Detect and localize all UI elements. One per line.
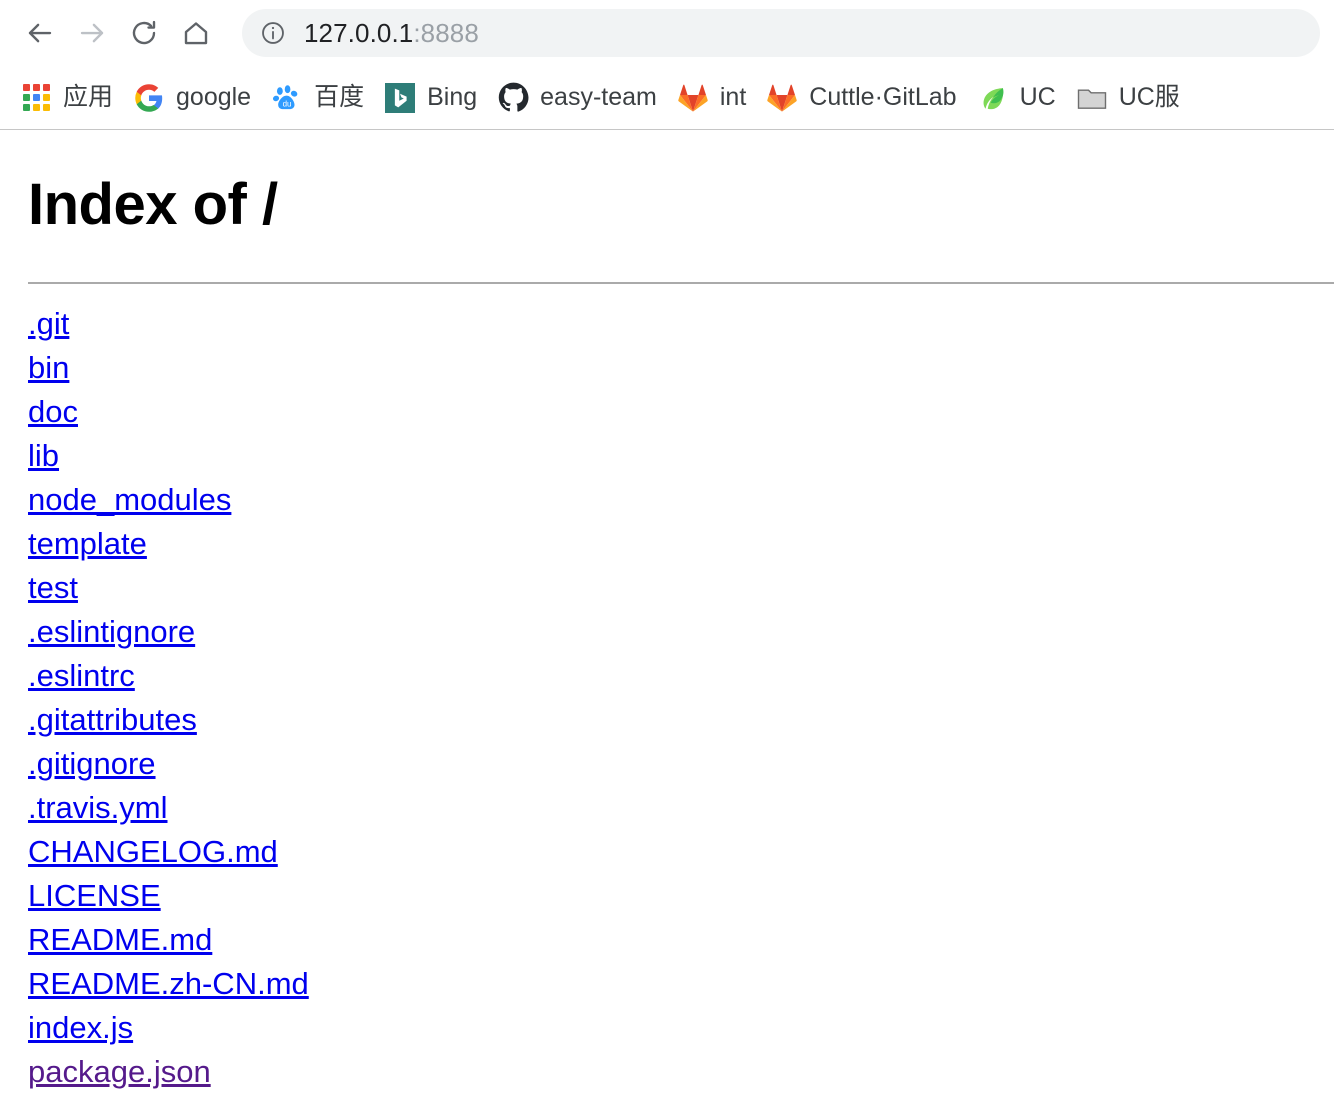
list-item: test bbox=[28, 566, 1334, 610]
url-host: 127.0.0.1 bbox=[304, 17, 414, 48]
file-link-travis-yml[interactable]: .travis.yml bbox=[28, 790, 168, 825]
github-icon bbox=[497, 82, 529, 114]
browser-toolbar: 127.0.0.1:8888 bbox=[0, 0, 1334, 66]
bookmark-folder-uc-fu[interactable]: UC服 bbox=[1066, 74, 1190, 122]
bookmark-label: UC bbox=[1019, 83, 1056, 111]
address-bar-text: 127.0.0.1:8888 bbox=[304, 18, 479, 49]
list-item: .git bbox=[28, 302, 1334, 346]
home-button[interactable] bbox=[170, 7, 222, 59]
list-item: node_modules bbox=[28, 478, 1334, 522]
url-port: :8888 bbox=[413, 17, 479, 48]
file-link-license[interactable]: LICENSE bbox=[28, 878, 161, 913]
file-link-doc[interactable]: doc bbox=[28, 394, 78, 429]
svg-text:du: du bbox=[283, 99, 292, 108]
list-item: .gitignore bbox=[28, 742, 1334, 786]
gitlab-icon bbox=[677, 82, 709, 114]
google-icon bbox=[133, 82, 165, 114]
file-link-package-json[interactable]: package.json bbox=[28, 1054, 211, 1089]
bookmark-label: UC服 bbox=[1118, 83, 1180, 111]
address-bar[interactable]: 127.0.0.1:8888 bbox=[242, 9, 1320, 57]
back-button[interactable] bbox=[14, 7, 66, 59]
bookmark-baidu[interactable]: du 百度 bbox=[261, 74, 374, 122]
list-item: .eslintrc bbox=[28, 654, 1334, 698]
uc-leaf-icon bbox=[977, 82, 1009, 114]
browser-chrome: 127.0.0.1:8888 应用 google du 百度 Bing easy… bbox=[0, 0, 1334, 130]
bookmark-bing[interactable]: Bing bbox=[374, 74, 487, 122]
apps-grid-icon bbox=[20, 82, 52, 114]
bookmark-uc[interactable]: UC bbox=[967, 74, 1066, 122]
bookmark-label: Bing bbox=[427, 83, 478, 111]
folder-icon bbox=[1076, 82, 1108, 114]
directory-listing: .git bin doc lib node_modules template t… bbox=[0, 302, 1334, 1094]
file-link-node-modules[interactable]: node_modules bbox=[28, 482, 231, 517]
bookmark-label: 百度 bbox=[314, 83, 365, 111]
reload-icon bbox=[129, 18, 159, 48]
bookmark-label: google bbox=[176, 83, 252, 111]
forward-arrow-icon bbox=[77, 18, 107, 48]
file-link-git[interactable]: .git bbox=[28, 306, 69, 341]
list-item: doc bbox=[28, 390, 1334, 434]
file-link-eslintignore[interactable]: .eslintignore bbox=[28, 614, 195, 649]
list-item: .gitattributes bbox=[28, 698, 1334, 742]
bookmark-label: Cuttle·GitLab bbox=[809, 83, 957, 111]
list-item: README.zh-CN.md bbox=[28, 962, 1334, 1006]
bookmark-label: easy-team bbox=[540, 83, 657, 111]
home-icon bbox=[181, 18, 211, 48]
bookmark-easy-team[interactable]: easy-team bbox=[487, 74, 667, 122]
list-item: bin bbox=[28, 346, 1334, 390]
file-link-gitignore[interactable]: .gitignore bbox=[28, 746, 156, 781]
file-link-lib[interactable]: lib bbox=[28, 438, 59, 473]
file-link-index-js[interactable]: index.js bbox=[28, 1010, 133, 1045]
file-link-readme-md[interactable]: README.md bbox=[28, 922, 212, 957]
title-divider bbox=[28, 281, 1334, 284]
site-info-icon[interactable] bbox=[260, 20, 286, 46]
bookmark-google[interactable]: google bbox=[123, 74, 261, 122]
page-title: Index of / bbox=[28, 172, 278, 237]
file-link-readme-zh-cn-md[interactable]: README.zh-CN.md bbox=[28, 966, 309, 1001]
reload-button[interactable] bbox=[118, 7, 170, 59]
file-link-test[interactable]: test bbox=[28, 570, 78, 605]
gitlab-icon bbox=[766, 82, 798, 114]
file-link-changelog-md[interactable]: CHANGELOG.md bbox=[28, 834, 278, 869]
back-arrow-icon bbox=[25, 18, 55, 48]
list-item: CHANGELOG.md bbox=[28, 830, 1334, 874]
file-link-gitattributes[interactable]: .gitattributes bbox=[28, 702, 197, 737]
list-item: LICENSE bbox=[28, 874, 1334, 918]
page-content: Index of / .git bin doc lib node_modules… bbox=[0, 172, 1334, 1094]
bookmark-int[interactable]: int bbox=[667, 74, 756, 122]
list-item: .travis.yml bbox=[28, 786, 1334, 830]
list-item: template bbox=[28, 522, 1334, 566]
list-item: package.json bbox=[28, 1050, 1334, 1094]
bookmark-label: int bbox=[719, 83, 747, 111]
file-link-bin[interactable]: bin bbox=[28, 350, 69, 385]
list-item: .eslintignore bbox=[28, 610, 1334, 654]
forward-button[interactable] bbox=[66, 7, 118, 59]
bookmarks-bar: 应用 google du 百度 Bing easy-team int Cuttl… bbox=[0, 66, 1334, 130]
bookmark-apps[interactable]: 应用 bbox=[10, 74, 123, 122]
bing-icon bbox=[384, 82, 416, 114]
list-item: index.js bbox=[28, 1006, 1334, 1050]
bookmark-cuttle-gitlab[interactable]: Cuttle·GitLab bbox=[756, 74, 966, 122]
file-link-template[interactable]: template bbox=[28, 526, 147, 561]
baidu-icon: du bbox=[271, 82, 303, 114]
file-link-eslintrc[interactable]: .eslintrc bbox=[28, 658, 135, 693]
bookmark-label: 应用 bbox=[63, 83, 114, 111]
list-item: lib bbox=[28, 434, 1334, 478]
list-item: README.md bbox=[28, 918, 1334, 962]
